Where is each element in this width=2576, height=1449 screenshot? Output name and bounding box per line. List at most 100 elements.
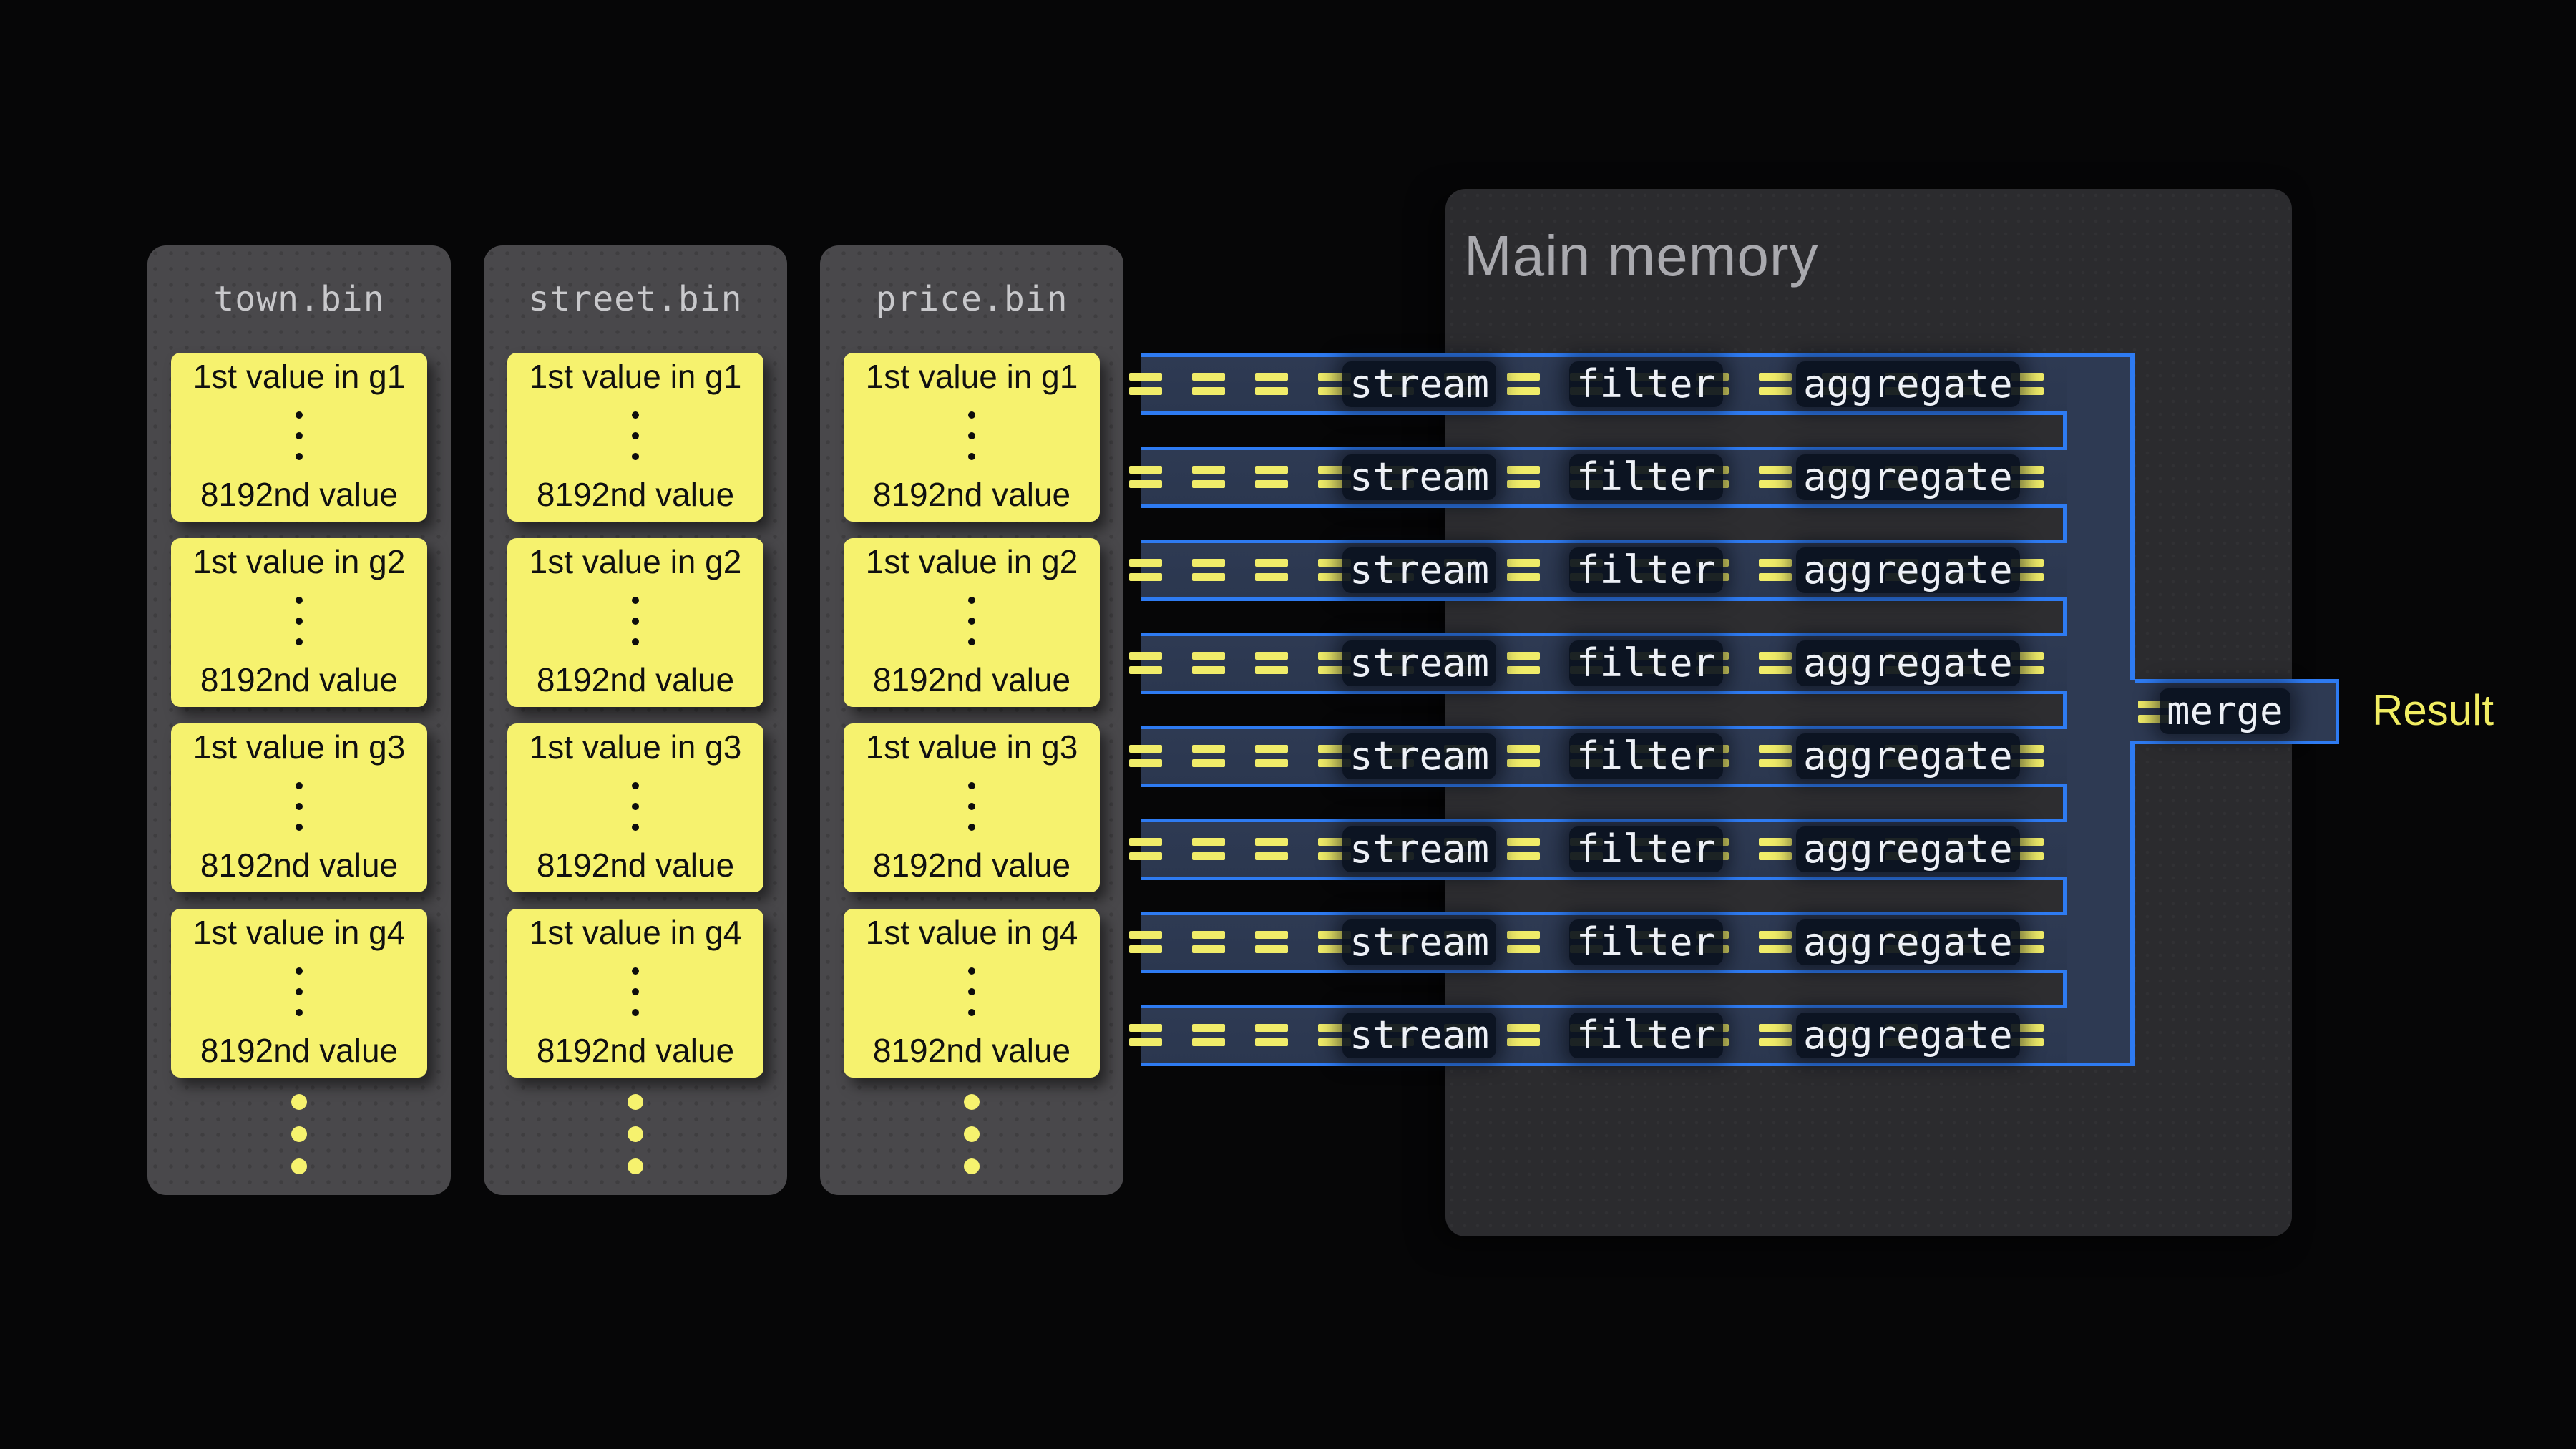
row-group-card: 1st value in g3 8192nd value	[507, 723, 763, 892]
group-last-value: 8192nd value	[200, 477, 398, 513]
group-last-value: 8192nd value	[873, 477, 1070, 513]
stream-operator-chip: stream	[1342, 733, 1496, 779]
group-first-value: 1st value in g4	[530, 914, 742, 951]
data-dash	[1759, 373, 1792, 395]
data-dash	[1759, 745, 1792, 767]
group-first-value: 1st value in g1	[866, 358, 1078, 395]
pipeline-row: streamfilteraggregate	[1141, 1005, 2135, 1066]
data-dash	[1759, 652, 1792, 674]
ellipsis-dots-icon	[632, 967, 639, 1016]
merge-row: merge	[2135, 679, 2339, 744]
file-name: street.bin	[484, 245, 787, 353]
row-group-card: 1st value in g4 8192nd value	[171, 909, 427, 1078]
data-dash	[1507, 838, 1540, 860]
pipeline-row: streamfilteraggregate	[1141, 353, 2135, 415]
file-box-town-bin: town.bin 1st value in g1 8192nd value 1s…	[147, 245, 451, 1195]
data-dash	[1759, 559, 1792, 581]
data-dash	[1192, 466, 1225, 488]
pipeline-row: streamfilteraggregate	[1141, 912, 2135, 973]
data-dash	[1192, 559, 1225, 581]
data-dash	[1507, 373, 1540, 395]
row-group-card: 1st value in g4 8192nd value	[844, 909, 1100, 1078]
group-first-value: 1st value in g2	[530, 544, 742, 580]
row-group-card: 1st value in g1 8192nd value	[507, 353, 763, 522]
group-first-value: 1st value in g3	[530, 729, 742, 766]
pipeline-gap-connector	[1445, 504, 2067, 543]
data-dash	[1759, 1024, 1792, 1046]
group-last-value: 8192nd value	[200, 662, 398, 698]
data-dash	[1192, 652, 1225, 674]
row-group-card: 1st value in g3 8192nd value	[844, 723, 1100, 892]
more-groups-ellipsis-icon	[147, 1094, 451, 1174]
data-dash	[1255, 652, 1288, 674]
pipeline-row: streamfilteraggregate	[1141, 633, 2135, 694]
group-last-value: 8192nd value	[200, 1033, 398, 1069]
data-dash	[1129, 931, 1162, 953]
ellipsis-dots-icon	[968, 782, 975, 831]
group-first-value: 1st value in g1	[193, 358, 406, 395]
ellipsis-dots-icon	[296, 782, 303, 831]
ellipsis-dots-icon	[296, 967, 303, 1016]
row-group-card: 1st value in g3 8192nd value	[171, 723, 427, 892]
main-memory-title: Main memory	[1464, 223, 1819, 289]
data-dash	[1255, 745, 1288, 767]
row-group-card: 1st value in g1 8192nd value	[171, 353, 427, 522]
aggregate-operator-chip: aggregate	[1796, 733, 2020, 779]
data-dash	[1129, 373, 1162, 395]
data-dash	[1192, 931, 1225, 953]
data-dash	[1507, 466, 1540, 488]
file-name: price.bin	[820, 245, 1123, 353]
pipeline-row: streamfilteraggregate	[1141, 819, 2135, 880]
row-group-card: 1st value in g4 8192nd value	[507, 909, 763, 1078]
data-dash	[1192, 745, 1225, 767]
bus-border-bottom	[2130, 741, 2135, 1066]
data-dash	[1507, 745, 1540, 767]
data-dash	[1507, 652, 1540, 674]
stream-operator-chip: stream	[1342, 361, 1496, 407]
filter-operator-chip: filter	[1569, 733, 1723, 779]
group-first-value: 1st value in g4	[193, 914, 406, 951]
group-last-value: 8192nd value	[537, 1033, 734, 1069]
filter-operator-chip: filter	[1569, 361, 1723, 407]
data-dash	[1129, 1024, 1162, 1046]
group-first-value: 1st value in g2	[193, 544, 406, 580]
ellipsis-dots-icon	[632, 411, 639, 460]
group-last-value: 8192nd value	[537, 662, 734, 698]
pipeline-gap-connector	[1445, 691, 2067, 729]
ellipsis-dots-icon	[296, 597, 303, 645]
ellipsis-dots-icon	[632, 597, 639, 645]
data-dash	[1129, 838, 1162, 860]
group-last-value: 8192nd value	[873, 662, 1070, 698]
file-name: town.bin	[147, 245, 451, 353]
diagram-canvas: Main memory town.bin 1st value in g1 819…	[0, 0, 2576, 1449]
data-dash	[1507, 559, 1540, 581]
result-label: Result	[2372, 686, 2494, 736]
data-dash	[1255, 559, 1288, 581]
pipeline-row: stream filter aggregate	[1141, 726, 2135, 787]
file-box-street-bin: street.bin 1st value in g1 8192nd value …	[484, 245, 787, 1195]
more-groups-ellipsis-icon	[820, 1094, 1123, 1174]
stream-operator-chip: stream	[1342, 826, 1496, 872]
row-group-card: 1st value in g2 8192nd value	[171, 538, 427, 707]
row-group-card: 1st value in g1 8192nd value	[844, 353, 1100, 522]
group-first-value: 1st value in g4	[866, 914, 1078, 951]
bus-border-top	[2130, 353, 2135, 680]
stream-operator-chip: stream	[1342, 1013, 1496, 1058]
stream-operator-chip: stream	[1342, 640, 1496, 686]
group-last-value: 8192nd value	[873, 847, 1070, 884]
data-dash	[1255, 931, 1288, 953]
file-box-price-bin: price.bin 1st value in g1 8192nd value 1…	[820, 245, 1123, 1195]
aggregate-operator-chip: aggregate	[1796, 919, 2020, 965]
group-last-value: 8192nd value	[873, 1033, 1070, 1069]
data-dash	[1759, 838, 1792, 860]
aggregate-operator-chip: aggregate	[1796, 640, 2020, 686]
more-groups-ellipsis-icon	[484, 1094, 787, 1174]
stream-operator-chip: stream	[1342, 454, 1496, 500]
data-dash	[1129, 466, 1162, 488]
data-dash	[1255, 1024, 1288, 1046]
group-last-value: 8192nd value	[200, 847, 398, 884]
aggregate-operator-chip: aggregate	[1796, 1013, 2020, 1058]
group-first-value: 1st value in g1	[530, 358, 742, 395]
pipeline-gap-connector	[1445, 597, 2067, 636]
pipeline-gap-connector	[1445, 411, 2067, 450]
